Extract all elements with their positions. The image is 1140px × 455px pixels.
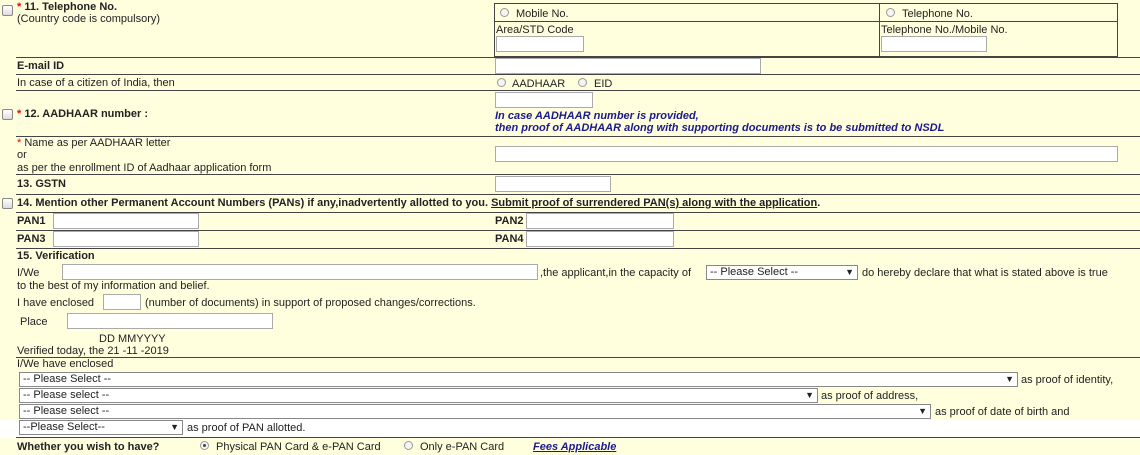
tel-mobile-label: Telephone No./Mobile No. <box>881 24 1008 36</box>
aadhaar-checkbox[interactable] <box>2 109 13 120</box>
address-proof-select[interactable]: -- Please select -- ▼ <box>19 388 818 403</box>
chevron-down-icon: ▼ <box>805 390 814 400</box>
place-label: Place <box>20 316 48 328</box>
tel-mobile-input[interactable] <box>881 36 987 52</box>
documents-count-input[interactable] <box>103 294 141 310</box>
verification-label: 15. Verification <box>17 250 95 262</box>
other-pans-label: 14. Mention other Permanent Account Numb… <box>17 197 821 209</box>
declare-text-2: to the best of my information and belief… <box>17 280 210 292</box>
chevron-down-icon: ▼ <box>918 406 927 416</box>
mobile-label: Mobile No. <box>516 8 569 20</box>
pan4-label: PAN4 <box>495 233 524 245</box>
aadhaar-name-label-3: as per the enrollment ID of Aadhaar appl… <box>17 162 272 174</box>
telephone-option-label: Telephone No. <box>902 8 973 20</box>
capacity-select[interactable]: -- Please Select -- ▼ <box>706 265 858 280</box>
telephone-table <box>494 3 1118 57</box>
fees-link[interactable]: Fees Applicable <box>533 441 616 453</box>
divider <box>16 194 1140 195</box>
telephone-radio[interactable] <box>886 8 895 17</box>
aadhaar-number-input[interactable] <box>495 92 593 108</box>
declare-text: do hereby declare that what is stated ab… <box>862 267 1108 279</box>
pan1-label: PAN1 <box>17 215 46 227</box>
aadhaar-radio[interactable] <box>497 78 506 87</box>
applicant-name-input[interactable] <box>62 264 538 280</box>
gstn-input[interactable] <box>495 176 611 192</box>
enclosed-prefix: I have enclosed <box>17 297 95 309</box>
dob-proof-select[interactable]: -- Please select -- ▼ <box>19 404 931 419</box>
other-pans-checkbox[interactable] <box>2 198 13 209</box>
epan-radio[interactable] <box>404 441 413 450</box>
divider <box>16 90 1140 91</box>
aadhaar-number-label: * 12. AADHAAR number : <box>17 108 149 120</box>
iwe-label: I/We <box>17 267 40 279</box>
divider <box>16 357 1140 358</box>
pan-card-question: Whether you wish to have? <box>17 441 160 453</box>
date-format-label: DD MMYYYY <box>99 333 166 345</box>
divider <box>16 74 1140 75</box>
citizen-label: In case of a citizen of India, then <box>17 77 175 89</box>
email-label: E-mail ID <box>17 60 65 72</box>
telephone-checkbox[interactable] <box>2 5 13 16</box>
chevron-down-icon: ▼ <box>1005 374 1014 384</box>
chevron-down-icon: ▼ <box>845 267 854 277</box>
pan2-input[interactable] <box>526 213 674 229</box>
mobile-radio[interactable] <box>500 8 509 17</box>
area-code-input[interactable] <box>496 36 584 52</box>
telephone-note: (Country code is compulsory) <box>17 13 161 25</box>
identity-proof-suffix: as proof of identity, <box>1021 374 1114 386</box>
capacity-text: ,the applicant,in the capacity of <box>540 267 692 279</box>
pan2-label: PAN2 <box>495 215 524 227</box>
pan-proof-suffix: as proof of PAN allotted. <box>187 422 306 434</box>
physical-pan-label: Physical PAN Card & e-PAN Card <box>216 441 381 453</box>
chevron-down-icon: ▼ <box>170 422 179 432</box>
aadhaar-name-input[interactable] <box>495 146 1118 162</box>
divider <box>16 174 1140 175</box>
physical-pan-radio[interactable] <box>200 441 209 450</box>
have-enclosed-label: I/We have enclosed <box>17 358 114 370</box>
area-code-label: Area/STD Code <box>496 24 574 36</box>
aadhaar-note-1: In case AADHAAR number is provided, <box>495 110 699 122</box>
pan-proof-select[interactable]: --Please Select-- ▼ <box>19 420 183 435</box>
verified-label: Verified today, the 21 -11 -2019 <box>17 345 169 357</box>
aadhaar-option-label: AADHAAR <box>512 78 566 90</box>
identity-proof-select[interactable]: -- Please Select -- ▼ <box>19 372 1018 387</box>
address-proof-suffix: as proof of address, <box>821 390 919 402</box>
telephone-label: * 11. Telephone No. <box>17 1 118 13</box>
pan1-input[interactable] <box>53 213 199 229</box>
telephone-table-divider <box>494 21 1118 22</box>
place-input[interactable] <box>67 313 273 329</box>
dob-proof-suffix: as proof of date of birth and <box>935 406 1070 418</box>
divider <box>16 136 1140 137</box>
divider <box>16 437 1140 438</box>
surrender-proof-link[interactable]: Submit proof of surrendered PAN(s) along… <box>491 197 817 209</box>
email-input[interactable] <box>495 58 761 74</box>
aadhaar-name-label-1: * Name as per AADHAAR letter <box>17 137 171 149</box>
verified-date: 21 -11 -2019 <box>107 345 169 357</box>
enclosed-suffix: (number of documents) in support of prop… <box>145 297 476 309</box>
epan-label: Only e-PAN Card <box>420 441 505 453</box>
aadhaar-name-label-2: or <box>17 149 27 161</box>
eid-option-label: EID <box>594 78 613 90</box>
eid-radio[interactable] <box>578 78 587 87</box>
pan4-input[interactable] <box>526 231 674 247</box>
aadhaar-note-2: then proof of AADHAAR along with support… <box>495 122 945 134</box>
divider <box>16 248 1140 249</box>
pan3-input[interactable] <box>53 231 199 247</box>
telephone-table-divider <box>879 3 880 57</box>
gstn-label: 13. GSTN <box>17 178 66 190</box>
pan3-label: PAN3 <box>17 233 46 245</box>
